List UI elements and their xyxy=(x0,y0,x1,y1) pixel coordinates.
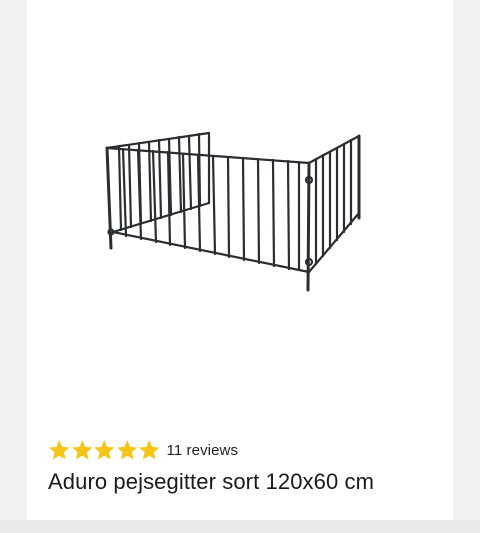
star-icon xyxy=(48,438,71,462)
star-icon xyxy=(116,438,139,462)
page-margin-right xyxy=(453,0,480,520)
star-icon xyxy=(71,438,94,462)
star-icon xyxy=(138,438,161,462)
fireplace-fence-illustration xyxy=(105,131,361,292)
product-title[interactable]: Aduro pejsegitter sort 120x60 cm xyxy=(48,469,374,495)
star-icon xyxy=(93,438,116,462)
reviews-count-link[interactable]: 11 reviews xyxy=(167,442,239,459)
page-margin-left xyxy=(0,0,27,520)
rating-row[interactable]: 11 reviews xyxy=(48,437,238,463)
product-image[interactable] xyxy=(27,0,453,420)
product-card[interactable]: 11 reviews Aduro pejsegitter sort 120x60… xyxy=(27,0,453,520)
next-card-edge xyxy=(0,520,480,533)
star-rating xyxy=(48,438,161,462)
